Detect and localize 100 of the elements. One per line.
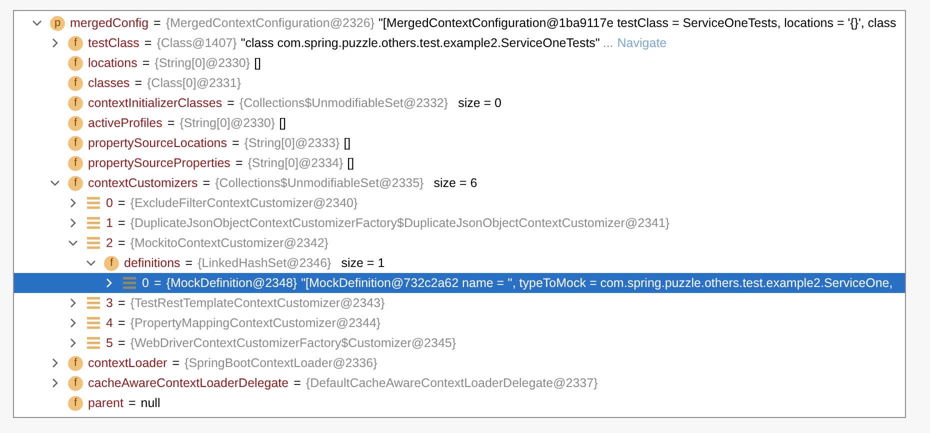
list-item-icon (87, 297, 100, 309)
tree-row[interactable]: f activeProfiles = {String[0]@2330} [] (14, 113, 905, 133)
variable-name: locations (88, 56, 138, 70)
field-icon: f (68, 116, 83, 130)
tree-row[interactable]: 4 = {PropertyMappingContextCustomizer@2344} (14, 313, 905, 333)
object-type: {MockDefinition@2348} (166, 276, 298, 290)
equals-sign: = (118, 236, 126, 250)
expand-chevron-icon[interactable] (50, 38, 60, 48)
object-type: {String[0]@2334} (248, 156, 344, 170)
collection-size: size = 1 (341, 256, 385, 270)
tree-row[interactable]: f propertySourceLocations = {String[0]@2333} [] (14, 133, 905, 153)
variable-name: classes (88, 76, 130, 90)
equals-sign: = (294, 376, 301, 390)
tree-row[interactable]: f definitions = {LinkedHashSet@2346} size = 1 (14, 253, 905, 273)
collapse-chevron-icon[interactable] (86, 258, 96, 268)
expand-chevron-icon[interactable] (104, 278, 114, 288)
object-type: {ExcludeFilterContextCustomizer@2340} (130, 196, 358, 210)
tree-row[interactable]: f locations = {String[0]@2330} [] (14, 53, 905, 73)
variable-value: [] (254, 56, 262, 70)
variable-name: mergedConfig (70, 16, 149, 30)
equals-sign: = (128, 396, 136, 410)
property-icon: p (50, 16, 65, 30)
variable-value: "[MergedContextConfiguration@1ba9117e testClass = ServiceOneTests, locations = '{}', class (378, 16, 896, 30)
tree-row[interactable]: 3 = {TestRestTemplateContextCustomizer@2343} (14, 293, 905, 313)
collapse-chevron-icon[interactable] (32, 18, 42, 28)
tree-row[interactable]: 0 = {ExcludeFilterContextCustomizer@2340} (14, 193, 905, 213)
list-item-icon (87, 217, 100, 229)
variable-value: [] (347, 156, 354, 170)
equals-sign: = (118, 316, 126, 330)
variable-name: 4 (106, 316, 113, 330)
field-icon: f (68, 96, 83, 110)
field-icon: f (68, 396, 83, 410)
equals-sign: = (167, 116, 175, 130)
list-item-icon (87, 237, 100, 249)
variable-name: 2 (106, 236, 113, 250)
tree-row[interactable]: 1 = {DuplicateJsonObjectContextCustomizerFactory$DuplicateJsonObjectContextCustomizer@2341} (14, 213, 905, 233)
object-type: {String[0]@2330} (154, 56, 250, 70)
object-type: {Class[0]@2331} (147, 76, 242, 90)
variable-value: "[MockDefinition@732c2a62 name = '', typeToMock = com.spring.puzzle.others.test.example2.ServiceOne, (301, 276, 893, 290)
expand-chevron-icon[interactable] (68, 218, 78, 228)
equals-sign: = (235, 156, 243, 170)
tree-row[interactable]: 0 = {MockDefinition@2348} "[MockDefinition@732c2a62 name = '', typeToMock = com.spring.puzzle.others.test.example2.ServiceOne, (14, 273, 905, 293)
tree-row[interactable]: f contextInitializerClasses = {Collections$UnmodifiableSet@2332} size = 0 (14, 93, 905, 113)
object-type: {String[0]@2333} (244, 136, 340, 150)
expand-chevron-icon[interactable] (68, 318, 78, 328)
variable-name: definitions (124, 256, 180, 270)
variable-name: activeProfiles (88, 116, 162, 130)
expand-chevron-icon[interactable] (68, 338, 78, 348)
equals-sign: = (185, 256, 193, 270)
field-icon: f (68, 156, 83, 170)
object-type: {Collections$UnmodifiableSet@2332} (239, 96, 448, 110)
tree-row[interactable]: f testClass = {Class@1407} "class com.spring.puzzle.others.test.example2.ServiceOneTests" ... Navigate (14, 33, 905, 53)
field-icon: f (68, 36, 83, 50)
tree-row[interactable]: f classes = {Class[0]@2331} (14, 73, 905, 93)
object-type: {LinkedHashSet@2346} (198, 256, 332, 270)
variable-name: testClass (88, 36, 140, 50)
list-item-icon (87, 197, 100, 209)
field-icon: f (68, 76, 83, 90)
expand-chevron-icon[interactable] (50, 358, 60, 368)
collapse-chevron-icon[interactable] (50, 178, 60, 188)
object-type: {SpringBootContextLoader@2336} (184, 356, 378, 370)
equals-sign: = (232, 136, 240, 150)
equals-sign: = (202, 176, 210, 190)
field-icon: f (68, 56, 83, 70)
expand-chevron-icon[interactable] (68, 198, 78, 208)
equals-sign: = (154, 276, 162, 290)
variable-name: contextLoader (88, 356, 168, 370)
collection-size: size = 6 (434, 176, 478, 190)
variable-name: 0 (106, 196, 113, 210)
tree-row[interactable]: f propertySourceProperties = {String[0]@2334} [] (14, 153, 905, 173)
variable-name: contextInitializerClasses (88, 96, 222, 110)
expand-chevron-icon[interactable] (50, 378, 60, 388)
object-type: {String[0]@2330} (180, 116, 276, 130)
field-icon: f (68, 356, 83, 370)
list-item-icon (123, 277, 136, 289)
equals-sign: = (118, 296, 126, 310)
list-item-icon (87, 317, 100, 329)
equals-sign: = (118, 336, 126, 350)
collapse-chevron-icon[interactable] (68, 238, 78, 248)
tree-row[interactable]: f cacheAwareContextLoaderDelegate = {DefaultCacheAwareContextLoaderDelegate@2337} (14, 373, 905, 393)
variable-value: [] (344, 136, 351, 150)
object-type: {PropertyMappingContextCustomizer@2344} (130, 316, 381, 330)
ellipsis: ... (602, 36, 614, 50)
variable-name: cacheAwareContextLoaderDelegate (88, 376, 289, 390)
variable-name: 5 (106, 336, 113, 350)
object-type: {WebDriverContextCustomizerFactory$Customizer@2345} (130, 336, 456, 350)
equals-sign: = (118, 216, 126, 230)
tree-row[interactable]: 2 = {MockitoContextCustomizer@2342} (14, 233, 905, 253)
tree-row[interactable]: f contextLoader = {SpringBootContextLoader@2336} (14, 353, 905, 373)
tree-row[interactable]: f contextCustomizers = {Collections$UnmodifiableSet@2335} size = 6 (14, 173, 905, 193)
object-type: {TestRestTemplateContextCustomizer@2343} (130, 296, 385, 310)
variable-name: parent (88, 396, 124, 410)
variable-value: [] (279, 116, 286, 130)
tree-row[interactable]: p mergedConfig = {MergedContextConfiguration@2326} "[MergedContextConfiguration@1ba9117e testClass = ServiceOneTests, locations = '{}', class (14, 13, 905, 33)
object-type: {DuplicateJsonObjectContextCustomizerFactory$DuplicateJsonObjectContextCustomizer@2341} (130, 216, 670, 230)
expand-chevron-icon[interactable] (68, 298, 78, 308)
variable-name: contextCustomizers (88, 176, 198, 190)
equals-sign: = (118, 196, 126, 210)
tree-row[interactable]: 5 = {WebDriverContextCustomizerFactory$Customizer@2345} (14, 333, 905, 353)
tree-row[interactable]: f parent = null (14, 393, 905, 413)
